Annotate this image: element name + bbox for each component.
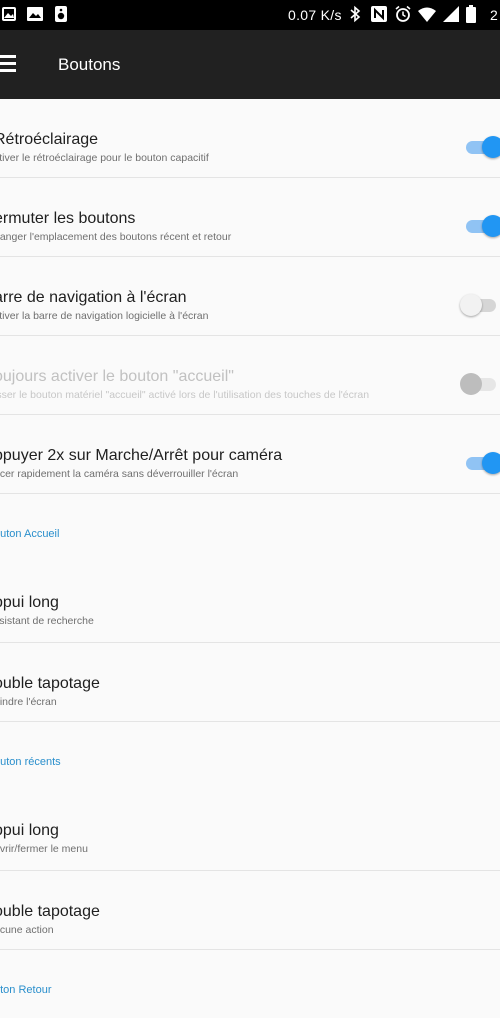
backlight-toggle[interactable]: [466, 136, 500, 158]
setting-title: ppuyer 2x sur Marche/Arrêt pour caméra: [0, 447, 283, 464]
setting-subtitle: ncer rapidement la caméra sans déverroui…: [0, 468, 239, 480]
setting-title: ouble tapotage: [0, 903, 100, 920]
section-header-back: uton Retour: [0, 950, 500, 1018]
swap-buttons-toggle[interactable]: [466, 215, 500, 237]
image-icon: [0, 5, 18, 23]
section-header-home: outon Accueil: [0, 494, 500, 562]
bluetooth-icon: [346, 5, 364, 23]
setting-nav-bar[interactable]: arre de navigation à l'écran ctiver la b…: [0, 257, 500, 336]
setting-subtitle: ctiver le rétroéclairage pour le bouton …: [0, 152, 209, 164]
setting-title: Rétroéclairage: [0, 131, 99, 148]
setting-title: ppui long: [0, 594, 59, 611]
home-long-press[interactable]: ppui long ssistant de recherche: [0, 562, 500, 643]
notification-icons: [0, 5, 70, 25]
setting-swap-buttons[interactable]: ermuter les boutons hanger l'emplacement…: [0, 178, 500, 257]
settings-list: Rétroéclairage ctiver le rétroéclairage …: [0, 99, 500, 1018]
setting-title: ouble tapotage: [0, 675, 100, 692]
home-double-tap[interactable]: ouble tapotage eindre l'écran: [0, 643, 500, 722]
app-bar: Boutons: [0, 30, 500, 99]
setting-subtitle: ucune action: [0, 924, 54, 936]
section-title: uton Retour: [0, 984, 52, 996]
wifi-icon: [418, 5, 436, 23]
setting-double-press-camera[interactable]: ppuyer 2x sur Marche/Arrêt pour caméra n…: [0, 415, 500, 494]
clock: 2: [490, 7, 498, 23]
recents-long-press[interactable]: ppui long uvrir/fermer le menu: [0, 790, 500, 871]
alarm-icon: [394, 5, 412, 23]
setting-subtitle: hanger l'emplacement des boutons récent …: [0, 231, 232, 243]
setting-title: arre de navigation à l'écran: [0, 289, 187, 306]
double-press-camera-toggle[interactable]: [466, 452, 500, 474]
signal-icon: [442, 5, 460, 23]
network-speed: 0.07 K/s: [288, 7, 342, 23]
setting-subtitle: eindre l'écran: [0, 696, 57, 708]
nav-bar-toggle[interactable]: [460, 294, 500, 316]
setting-subtitle: uvrir/fermer le menu: [0, 843, 88, 855]
setting-title: ermuter les boutons: [0, 210, 136, 227]
battery-icon: [466, 5, 476, 23]
setting-title: ppui long: [0, 822, 59, 839]
setting-backlight[interactable]: Rétroéclairage ctiver le rétroéclairage …: [0, 99, 500, 178]
system-icons: [346, 5, 476, 23]
setting-subtitle: isser le bouton matériel "accueil" activ…: [0, 389, 370, 401]
recents-double-tap[interactable]: ouble tapotage ucune action: [0, 871, 500, 950]
section-title: outon Accueil: [0, 528, 60, 540]
nfc-icon: [370, 5, 388, 23]
setting-title: oujours activer le bouton "accueil": [0, 368, 234, 385]
always-home-toggle: [460, 373, 500, 395]
setting-subtitle: ssistant de recherche: [0, 615, 94, 627]
setting-subtitle: ctiver la barre de navigation logicielle…: [0, 310, 209, 322]
status-bar: 0.07 K/s 2: [0, 0, 500, 30]
page-title: Boutons: [58, 55, 121, 74]
setting-always-home: oujours activer le bouton "accueil" isse…: [0, 336, 500, 415]
speaker-icon: [52, 5, 70, 23]
section-title: outon récents: [0, 756, 61, 768]
section-header-recents: outon récents: [0, 722, 500, 790]
photo-icon: [26, 5, 44, 23]
menu-icon[interactable]: [0, 55, 16, 73]
